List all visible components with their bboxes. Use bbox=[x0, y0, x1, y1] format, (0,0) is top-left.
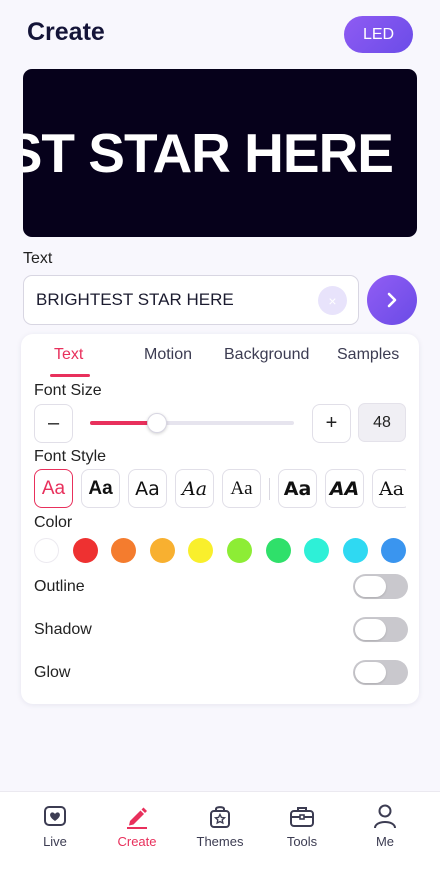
font-style-option[interactable]: Aa bbox=[128, 469, 167, 508]
font-style-option[interactable]: Aa bbox=[222, 469, 261, 508]
nav-themes-label: Themes bbox=[196, 834, 244, 849]
color-swatch[interactable] bbox=[111, 538, 137, 563]
outline-label: Outline bbox=[34, 578, 85, 595]
tab-samples[interactable]: Samples bbox=[337, 346, 399, 364]
nav-live-label: Live bbox=[43, 834, 67, 849]
tab-text[interactable]: Text bbox=[54, 346, 83, 364]
shadow-toggle[interactable] bbox=[353, 617, 408, 642]
led-preview: BRIGHTEST STAR HERE bbox=[23, 69, 417, 237]
nav-create-label: Create bbox=[117, 834, 157, 849]
preview-text: BRIGHTEST STAR HERE bbox=[23, 122, 394, 184]
glow-toggle[interactable] bbox=[353, 660, 408, 685]
color-swatch[interactable] bbox=[72, 538, 98, 563]
text-input-container: × bbox=[23, 275, 359, 325]
color-swatch[interactable] bbox=[381, 538, 407, 563]
bag-star-icon bbox=[210, 806, 230, 828]
font-style-option[interactable]: Aa bbox=[34, 469, 73, 508]
text-input[interactable] bbox=[36, 276, 306, 324]
font-style-option[interactable]: Aa bbox=[278, 469, 317, 508]
shadow-label: Shadow bbox=[34, 621, 92, 638]
glow-label: Glow bbox=[34, 664, 71, 681]
clear-text-button[interactable]: × bbox=[318, 286, 347, 315]
led-button[interactable]: LED bbox=[344, 16, 413, 53]
color-swatch[interactable] bbox=[188, 538, 214, 563]
nav-me[interactable]: Me bbox=[345, 802, 425, 849]
tab-background[interactable]: Background bbox=[224, 346, 309, 364]
font-size-increase-button[interactable]: + bbox=[312, 404, 351, 443]
color-label: Color bbox=[34, 514, 73, 531]
font-size-decrease-button[interactable]: – bbox=[34, 404, 73, 443]
font-style-option[interactable]: Aa bbox=[175, 469, 214, 508]
color-swatch[interactable] bbox=[227, 538, 252, 563]
text-label: Text bbox=[23, 250, 53, 267]
nav-tools-label: Tools bbox=[286, 834, 318, 849]
font-style-label: Font Style bbox=[34, 448, 107, 465]
color-swatch[interactable] bbox=[149, 538, 175, 563]
chevron-right-icon bbox=[387, 292, 397, 308]
close-icon: × bbox=[328, 292, 337, 309]
font-style-row: Aa Aa Aa Aa Aa Aa AA Aa bbox=[34, 469, 406, 509]
pencil-icon bbox=[127, 807, 147, 829]
submit-text-button[interactable] bbox=[367, 275, 417, 325]
toggle-knob bbox=[355, 576, 386, 597]
color-swatch[interactable] bbox=[265, 538, 291, 563]
toolbox-icon bbox=[290, 807, 314, 827]
color-swatch[interactable] bbox=[34, 538, 59, 563]
outline-toggle[interactable] bbox=[353, 574, 408, 599]
font-style-option[interactable]: Aa bbox=[81, 469, 120, 508]
tab-motion[interactable]: Motion bbox=[144, 346, 192, 364]
nav-live[interactable]: Live bbox=[15, 802, 95, 849]
settings-panel: Text Motion Background Samples Font Size… bbox=[21, 334, 419, 704]
font-size-value: 48 bbox=[358, 403, 406, 442]
nav-themes[interactable]: Themes bbox=[180, 802, 260, 849]
font-size-slider[interactable] bbox=[90, 413, 294, 433]
font-size-slider-thumb[interactable] bbox=[147, 413, 168, 433]
font-style-option[interactable]: Aa bbox=[372, 469, 406, 508]
font-size-label: Font Size bbox=[34, 382, 102, 399]
bottom-navigation: Live Create Themes Tools Me bbox=[0, 791, 440, 891]
color-swatch[interactable] bbox=[342, 538, 368, 563]
toggle-knob bbox=[355, 619, 386, 640]
person-icon bbox=[374, 804, 396, 829]
page-title: Create bbox=[27, 18, 105, 46]
nav-me-label: Me bbox=[375, 834, 395, 849]
toggle-knob bbox=[355, 662, 386, 683]
active-tab-indicator bbox=[50, 374, 90, 377]
font-style-option[interactable]: AA bbox=[325, 469, 364, 508]
style-divider bbox=[269, 478, 270, 500]
nav-tools[interactable]: Tools bbox=[262, 802, 342, 849]
color-swatch[interactable] bbox=[304, 538, 330, 563]
heart-tv-icon bbox=[44, 806, 66, 826]
nav-create[interactable]: Create bbox=[97, 802, 177, 849]
